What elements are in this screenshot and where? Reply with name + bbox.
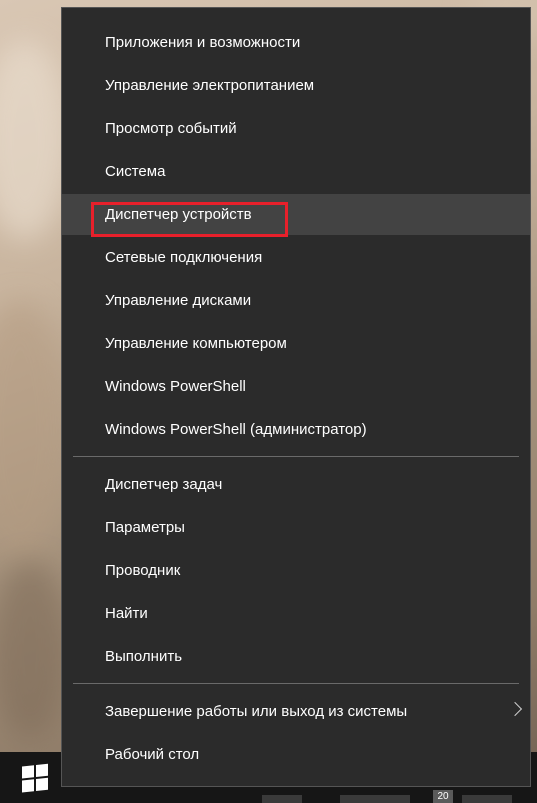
menu-item-label: Управление дисками [105, 292, 252, 309]
windows-logo-pane [36, 777, 48, 791]
menu-separator [73, 683, 519, 684]
menu-item-label: Управление электропитанием [105, 77, 315, 94]
menu-item-label: Выполнить [105, 648, 183, 665]
menu-item-power-options[interactable]: Управление электропитанием [62, 65, 530, 106]
menu-item-task-manager[interactable]: Диспетчер задач [62, 464, 530, 505]
menu-item-label: Windows PowerShell [105, 378, 246, 395]
menu-item-event-viewer[interactable]: Просмотр событий [62, 108, 530, 149]
menu-item-label: Проводник [105, 562, 181, 579]
menu-item-label: Система [105, 163, 166, 180]
menu-item-label: Сетевые подключения [105, 249, 263, 266]
menu-item-label: Диспетчер устройств [105, 206, 252, 223]
menu-item-search[interactable]: Найти [62, 593, 530, 634]
menu-item-apps-and-features[interactable]: Приложения и возможности [62, 22, 530, 63]
menu-item-device-manager[interactable]: Диспетчер устройств [62, 194, 530, 235]
menu-separator [73, 456, 519, 457]
menu-item-powershell-admin[interactable]: Windows PowerShell (администратор) [62, 409, 530, 450]
menu-item-powershell[interactable]: Windows PowerShell [62, 366, 530, 407]
menu-item-label: Windows PowerShell (администратор) [105, 421, 367, 438]
menu-item-label: Приложения и возможности [105, 34, 301, 51]
windows-logo-pane [22, 765, 34, 779]
menu-item-file-explorer[interactable]: Проводник [62, 550, 530, 591]
taskbar-app-strip [462, 795, 512, 803]
menu-item-label: Рабочий стол [105, 746, 200, 763]
taskbar-app-strip [340, 795, 410, 803]
chevron-right-icon [507, 701, 523, 717]
menu-item-label: Параметры [105, 519, 185, 536]
menu-item-label: Диспетчер задач [105, 476, 223, 493]
taskbar-app-strip [262, 795, 302, 803]
windows-logo-icon[interactable] [22, 763, 50, 795]
menu-item-shut-down-or-sign-out[interactable]: Завершение работы или выход из системы [62, 691, 530, 732]
windows-logo-pane [22, 779, 34, 793]
windows-logo-pane [36, 763, 48, 777]
menu-item-run[interactable]: Выполнить [62, 636, 530, 677]
menu-item-label: Завершение работы или выход из системы [105, 703, 408, 720]
menu-item-system[interactable]: Система [62, 151, 530, 192]
menu-item-settings[interactable]: Параметры [62, 507, 530, 548]
menu-item-disk-management[interactable]: Управление дисками [62, 280, 530, 321]
tray-badge: 20 [433, 790, 453, 803]
menu-item-network-connections[interactable]: Сетевые подключения [62, 237, 530, 278]
menu-item-computer-management[interactable]: Управление компьютером [62, 323, 530, 364]
menu-item-label: Найти [105, 605, 148, 622]
winx-context-menu: Приложения и возможности Управление элек… [61, 7, 531, 787]
menu-item-label: Просмотр событий [105, 120, 237, 137]
menu-item-desktop[interactable]: Рабочий стол [62, 734, 530, 775]
menu-item-label: Управление компьютером [105, 335, 287, 352]
